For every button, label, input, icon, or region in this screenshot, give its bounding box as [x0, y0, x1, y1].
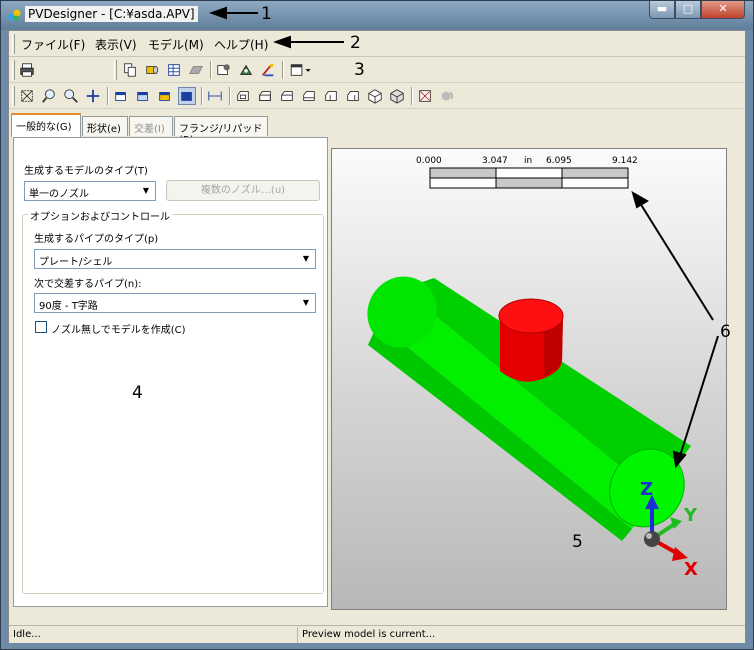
callout-2: 2	[350, 33, 361, 53]
callout-1: 1	[261, 4, 272, 24]
callout-5: 5	[572, 532, 583, 552]
annotation-overlay	[209, 6, 719, 469]
callout-3: 3	[354, 60, 365, 80]
callout-4: 4	[132, 383, 143, 403]
callout-6: 6	[720, 322, 731, 342]
